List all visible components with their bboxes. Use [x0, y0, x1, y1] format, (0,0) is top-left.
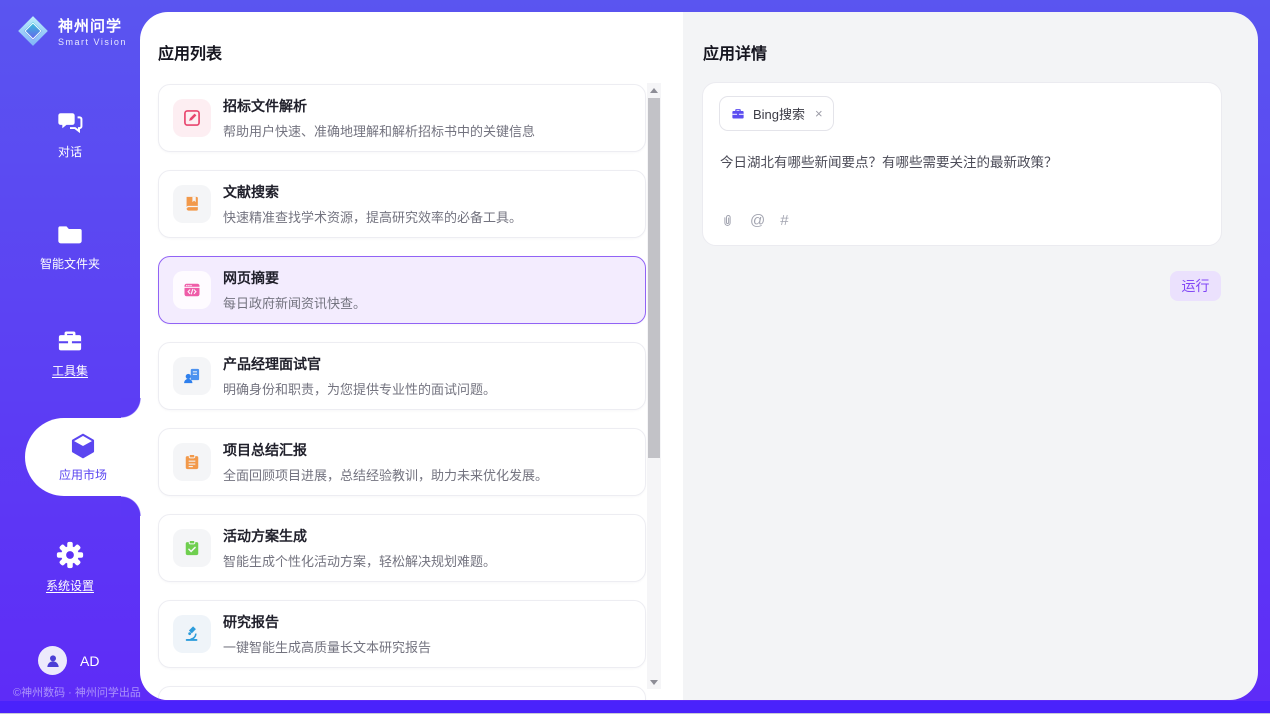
app-card-title: 项目总结汇报 — [223, 440, 548, 460]
scrollbar-down-arrow-icon[interactable] — [647, 675, 661, 689]
scrollbar[interactable] — [647, 83, 661, 689]
run-button[interactable]: 运行 — [1170, 271, 1221, 301]
app-card-desc: 快速精准查找学术资源，提高研究效率的必备工具。 — [223, 207, 522, 226]
brand-name: 神州问学 — [58, 15, 127, 36]
chat-icon — [55, 108, 85, 136]
clipboard-check-icon — [173, 529, 211, 567]
sidebar-item-label: 系统设置 — [46, 577, 94, 594]
folder-icon — [55, 220, 85, 248]
microscope-icon — [173, 615, 211, 653]
app-list-title: 应用列表 — [158, 40, 222, 64]
clipboard-icon — [173, 443, 211, 481]
hash-tag-icon[interactable]: # — [780, 212, 788, 229]
avatar — [38, 646, 67, 675]
tool-tag-label: Bing搜索 — [753, 104, 805, 123]
sidebar-item-label: 工具集 — [52, 362, 88, 379]
sidebar-item-app-market[interactable]: 应用市场 — [25, 418, 141, 496]
gear-icon — [55, 540, 85, 570]
app-card-bid-document-parse[interactable]: 招标文件解析 帮助用户快速、准确地理解和解析招标书中的关键信息 — [158, 84, 646, 152]
app-card-desc: 帮助用户快速、准确地理解和解析招标书中的关键信息 — [223, 121, 535, 140]
at-mention-icon[interactable]: @ — [750, 212, 765, 229]
interviewer-icon — [173, 357, 211, 395]
document-edit-icon — [173, 99, 211, 137]
sidebar-item-label: 智能文件夹 — [40, 255, 100, 272]
query-text-input[interactable]: 今日湖北有哪些新闻要点？有哪些需要关注的最新政策？ — [720, 151, 1200, 171]
active-tab-curve-bottom — [121, 496, 141, 516]
sidebar: 神州问学 Smart Vision 对话 智能文件夹 工具集 — [0, 0, 140, 700]
sidebar-item-label: 对话 — [58, 143, 82, 160]
book-icon — [173, 185, 211, 223]
app-card-pm-interviewer[interactable]: 产品经理面试官 明确身份和职责，为您提供专业性的面试问题。 — [158, 342, 646, 410]
attachment-toolbar: @ # — [720, 212, 789, 229]
prompt-input-card[interactable]: Bing搜索 × 今日湖北有哪些新闻要点？有哪些需要关注的最新政策？ @ # — [702, 82, 1222, 246]
app-card-list: 招标文件解析 帮助用户快速、准确地理解和解析招标书中的关键信息 文献搜索 快速精… — [158, 84, 646, 700]
app-card-desc: 一键智能生成高质量长文本研究报告 — [223, 637, 431, 656]
user-account[interactable]: AD — [38, 646, 99, 675]
app-card-web-summary[interactable]: 网页摘要 每日政府新闻资讯快查。 — [158, 256, 646, 324]
app-card-event-plan[interactable]: 活动方案生成 智能生成个性化活动方案，轻松解决规划难题。 — [158, 514, 646, 582]
app-card-title: 网页摘要 — [223, 268, 366, 288]
app-card-desc: 明确身份和职责，为您提供专业性的面试问题。 — [223, 379, 496, 398]
app-card-desc: 智能生成个性化活动方案，轻松解决规划难题。 — [223, 551, 496, 570]
toolbox-icon — [55, 326, 85, 355]
app-list-panel: 应用列表 招标文件解析 帮助用户快速、准确地理解和解析招标书中的关键信息 — [140, 12, 683, 700]
briefcase-icon — [730, 106, 746, 121]
app-card-lesson-plan[interactable]: 教案生成 模板驱动，教案秒成，教学准备从此轻松快捷 — [158, 686, 646, 700]
paperclip-icon[interactable] — [720, 212, 735, 229]
app-card-research-report[interactable]: 研究报告 一键智能生成高质量长文本研究报告 — [158, 600, 646, 668]
app-detail-title: 应用详情 — [703, 40, 767, 64]
sidebar-item-label: 应用市场 — [59, 466, 107, 483]
app-card-project-summary[interactable]: 项目总结汇报 全面回顾项目进展，总结经验教训，助力未来优化发展。 — [158, 428, 646, 496]
app-card-title: 文献搜索 — [223, 182, 522, 202]
active-tab-curve-top — [121, 398, 141, 418]
diamond-logo-icon — [16, 14, 50, 48]
app-card-title: 教案生成 — [223, 698, 483, 700]
scrollbar-up-arrow-icon[interactable] — [647, 83, 661, 97]
app-card-desc: 每日政府新闻资讯快查。 — [223, 293, 366, 312]
browser-code-icon — [173, 271, 211, 309]
cube-icon — [68, 431, 98, 461]
sidebar-item-chat[interactable]: 对话 — [0, 108, 140, 160]
close-icon[interactable]: × — [815, 106, 823, 121]
brand-logo: 神州问学 Smart Vision — [16, 14, 127, 48]
brand-subtitle: Smart Vision — [58, 37, 127, 47]
scrollbar-thumb[interactable] — [648, 98, 660, 458]
sidebar-item-system-settings[interactable]: 系统设置 — [0, 540, 140, 594]
bottom-edge-bar — [0, 701, 1270, 714]
app-card-title: 招标文件解析 — [223, 96, 535, 116]
app-card-title: 活动方案生成 — [223, 526, 496, 546]
app-card-literature-search[interactable]: 文献搜索 快速精准查找学术资源，提高研究效率的必备工具。 — [158, 170, 646, 238]
app-detail-panel: 应用详情 Bing搜索 × 今日湖北有哪些新闻要点？有哪些需要关注的最新政策？ … — [683, 12, 1258, 700]
sidebar-item-toolset[interactable]: 工具集 — [0, 326, 140, 379]
app-card-desc: 全面回顾项目进展，总结经验教训，助力未来优化发展。 — [223, 465, 548, 484]
copyright-footer: ©神州数码 · 神州问学出品 — [13, 684, 141, 700]
tool-tag-bing-search[interactable]: Bing搜索 × — [719, 96, 834, 131]
user-initials: AD — [80, 653, 99, 669]
sidebar-item-smart-folders[interactable]: 智能文件夹 — [0, 220, 140, 272]
app-card-title: 研究报告 — [223, 612, 431, 632]
app-card-title: 产品经理面试官 — [223, 354, 496, 374]
